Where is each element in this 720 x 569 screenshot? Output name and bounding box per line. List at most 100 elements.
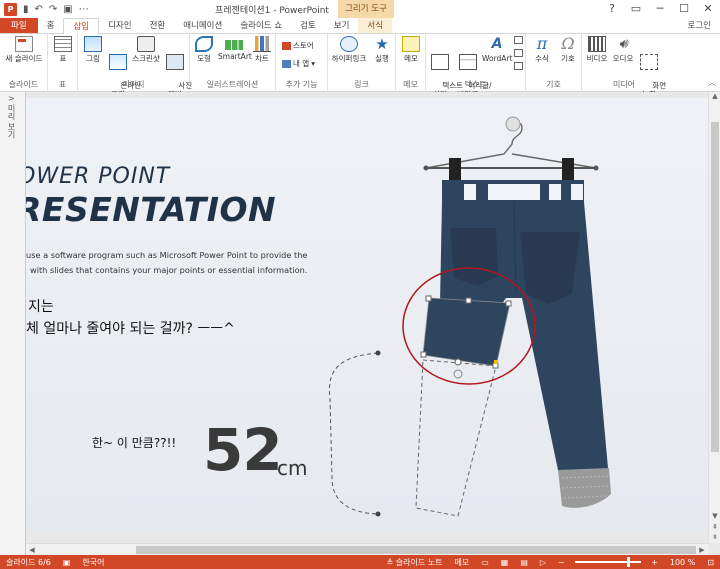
next-slide-icon[interactable]: ⇟ xyxy=(709,533,720,543)
tab-home[interactable]: 홈 xyxy=(38,18,64,33)
group-label-symbols: 기호 xyxy=(546,80,561,89)
chart-label: 차트 xyxy=(255,54,269,63)
symbol-button[interactable]: Ω 기호 xyxy=(558,36,578,64)
present-from-start-icon[interactable]: ▣ xyxy=(63,4,72,15)
group-media: 비디오 🔊︎ 오디오 화면 녹화 미디어 xyxy=(582,34,666,99)
calendar-icon xyxy=(514,36,523,44)
minimize-button[interactable]: ─ xyxy=(648,0,672,18)
adjust-handle[interactable] xyxy=(494,360,498,364)
hanger-clip-left xyxy=(449,158,461,182)
tab-format[interactable]: 서식 xyxy=(358,18,393,33)
slide-small-label[interactable]: 한~ 이 만큼??!! xyxy=(92,434,176,451)
expand-thumbnails-icon[interactable]: > xyxy=(8,94,15,103)
undo-icon[interactable]: ↶ xyxy=(35,4,43,15)
slide-sorter-icon[interactable]: ▦ xyxy=(495,558,515,567)
reading-view-icon[interactable]: ▤ xyxy=(514,558,534,567)
tab-transitions[interactable]: 전환 xyxy=(141,18,175,33)
store-button[interactable]: 스토어 xyxy=(282,40,314,51)
group-comments: 메모 메모 xyxy=(396,34,426,92)
zoom-in-icon[interactable]: + xyxy=(645,558,664,567)
group-label-tables: 표 xyxy=(58,80,67,89)
smartart-button[interactable]: SmartArt xyxy=(218,36,252,61)
save-icon[interactable]: ▮ xyxy=(23,4,29,15)
group-label-slides: 슬라이드 xyxy=(8,80,39,89)
symbol-label: 기호 xyxy=(561,54,575,63)
slide-body-line2[interactable]: with slides that contains your major poi… xyxy=(30,265,307,275)
audio-button[interactable]: 🔊︎ 오디오 xyxy=(612,36,634,63)
slide-korean-line1[interactable]: 지는 xyxy=(28,296,54,316)
shapes-button[interactable]: 도형 xyxy=(194,36,214,63)
resize-handle[interactable] xyxy=(465,297,472,304)
my-apps-button[interactable]: 내 앱 ▾ xyxy=(282,58,315,69)
vertical-scrollbar[interactable]: ▲ ▼ ⇞ ⇟ xyxy=(708,92,720,543)
store-icon xyxy=(282,41,291,50)
shapes-label: 도형 xyxy=(197,54,211,63)
hyperlink-button[interactable]: 하이퍼링크 xyxy=(330,36,368,63)
measurement-unit[interactable]: cm xyxy=(277,456,307,480)
tab-review[interactable]: 검토 xyxy=(291,18,325,33)
slide-body-line1[interactable]: use a software program such as Microsoft… xyxy=(26,250,307,260)
maximize-button[interactable]: ☐ xyxy=(672,0,696,18)
prev-slide-icon[interactable]: ⇞ xyxy=(709,523,720,533)
slide-canvas[interactable]: OWER POINT RESENTATION use a software pr… xyxy=(26,98,708,532)
language-indicator[interactable]: 한국어 xyxy=(76,557,110,568)
collapse-ribbon-icon[interactable]: ︿ xyxy=(708,77,716,88)
ribbon-display-options-icon[interactable]: ▭ xyxy=(624,0,648,18)
powerpoint-app-icon[interactable]: P xyxy=(4,2,17,16)
action-button[interactable]: ★ 실행 xyxy=(372,36,392,63)
thumbnail-pane[interactable]: > 미리 보기 xyxy=(0,92,26,555)
tab-design[interactable]: 디자인 xyxy=(99,18,140,33)
slide-korean-line2[interactable]: 체 얼마나 줄여야 되는 걸까? ㅡㅡ^ xyxy=(26,318,235,338)
scroll-down-icon[interactable]: ▼ xyxy=(709,512,720,522)
rotate-handle[interactable] xyxy=(454,358,462,366)
slideshow-view-icon[interactable]: ▷ xyxy=(534,558,552,567)
tab-animations[interactable]: 애니메이션 xyxy=(174,18,231,33)
spell-check-icon[interactable]: ▣ xyxy=(57,558,77,567)
normal-view-icon[interactable]: ▭ xyxy=(475,558,495,567)
vertical-scroll-thumb[interactable] xyxy=(711,122,719,452)
zoom-level[interactable]: 100 % xyxy=(664,558,701,567)
login-link[interactable]: 로그인 xyxy=(679,18,720,33)
tab-slideshow[interactable]: 슬라이드 쇼 xyxy=(231,18,291,33)
comments-button[interactable]: 메모 xyxy=(448,557,475,568)
zoom-out-icon[interactable]: − xyxy=(552,558,571,567)
wordart-button[interactable]: A WordArt xyxy=(482,36,512,63)
chart-button[interactable]: 차트 xyxy=(252,36,272,63)
video-button[interactable]: 비디오 xyxy=(586,36,608,63)
tab-file[interactable]: 파일 xyxy=(0,18,38,33)
customize-qat-icon[interactable]: ⋯ xyxy=(79,4,89,15)
measurement-number[interactable]: 52 xyxy=(203,416,283,484)
slide-number-button[interactable] xyxy=(514,49,523,57)
redo-icon[interactable]: ↷ xyxy=(49,4,57,15)
horizontal-scrollbar[interactable]: ◀ ▶ xyxy=(26,543,708,555)
textbox-icon xyxy=(431,54,449,70)
selected-shape[interactable] xyxy=(420,295,512,379)
slide-title-line2[interactable]: RESENTATION xyxy=(26,190,276,229)
object-button[interactable] xyxy=(514,62,523,70)
quick-access-toolbar: P ▮ ↶ ↷ ▣ ⋯ xyxy=(0,0,89,18)
new-comment-button[interactable]: 메모 xyxy=(401,36,421,63)
shapes-icon xyxy=(195,36,213,52)
table-button[interactable]: 표 xyxy=(54,36,72,63)
slide-number-icon xyxy=(514,49,523,57)
date-time-button[interactable] xyxy=(514,36,523,44)
horizontal-scroll-thumb[interactable] xyxy=(136,546,696,554)
help-icon[interactable]: ? xyxy=(600,0,624,18)
notes-button[interactable]: ≙ 슬라이드 노트 xyxy=(381,557,449,568)
group-symbols: π 수식 Ω 기호 기호 xyxy=(526,34,582,92)
picture-icon xyxy=(84,36,102,52)
equation-button[interactable]: π 수식 xyxy=(532,36,552,64)
picture-button[interactable]: 그림 xyxy=(82,36,104,63)
slide-title-line1[interactable]: OWER POINT xyxy=(26,164,170,189)
tab-view[interactable]: 보기 xyxy=(325,18,359,33)
screenshot-button[interactable]: 스크린샷 xyxy=(132,36,160,63)
my-apps-icon xyxy=(282,59,291,68)
drawing-tools-context-header: 그리기 도구 xyxy=(338,0,394,18)
zoom-slider[interactable] xyxy=(574,557,642,567)
scroll-up-icon[interactable]: ▲ xyxy=(709,92,720,102)
group-illustrations: 도형 SmartArt 차트 일러스트레이션 xyxy=(190,34,276,92)
tab-insert[interactable]: 삽입 xyxy=(63,18,100,35)
close-button[interactable]: ✕ xyxy=(696,0,720,18)
new-slide-button[interactable]: 새 슬라이드 xyxy=(4,36,44,63)
fit-slide-icon[interactable]: ⊡ xyxy=(701,558,720,567)
